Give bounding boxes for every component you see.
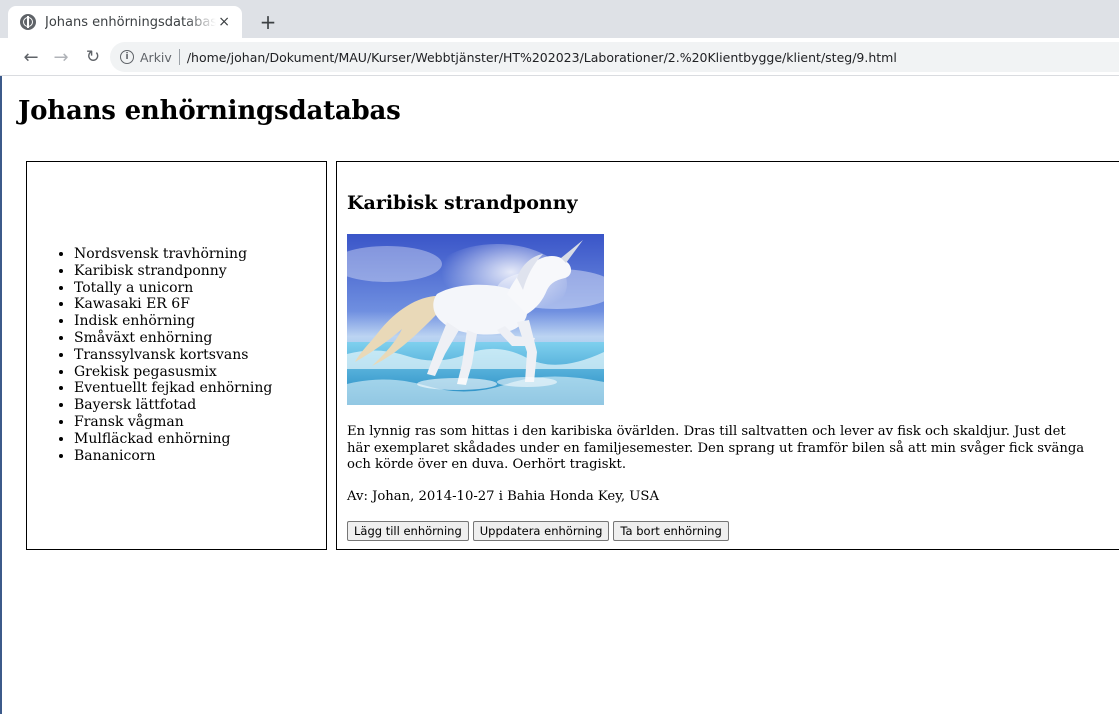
update-unicorn-button[interactable]: Uppdatera enhörning xyxy=(472,521,610,541)
tab-title: Johans enhörningsdatabas xyxy=(45,14,217,30)
address-separator xyxy=(178,49,180,65)
unicorn-list-item[interactable]: Nordsvensk travhörning xyxy=(74,246,272,263)
unicorn-author-line: Av: Johan, 2014-10-27 i Bahia Honda Key,… xyxy=(347,489,659,504)
unicorn-name: Karibisk strandponny xyxy=(347,192,578,214)
unicorn-list-item[interactable]: Indisk enhörning xyxy=(74,313,272,330)
new-tab-button[interactable]: + xyxy=(254,8,282,36)
globe-icon xyxy=(20,14,36,30)
forward-arrow-icon[interactable]: → xyxy=(48,44,74,70)
delete-unicorn-button[interactable]: Ta bort enhörning xyxy=(613,521,729,541)
unicorn-list-item[interactable]: Totally a unicorn xyxy=(74,280,272,297)
unicorn-list-item[interactable]: Mulfläckad enhörning xyxy=(74,431,272,448)
info-icon[interactable]: i xyxy=(120,50,134,64)
url-text[interactable]: /home/johan/Dokument/MAU/Kurser/Webbtjän… xyxy=(187,50,897,65)
window-left-edge xyxy=(0,0,2,714)
unicorn-list-item[interactable]: Karibisk strandponny xyxy=(74,263,272,280)
unicorn-list-item[interactable]: Grekisk pegasusmix xyxy=(74,364,272,381)
unicorn-list: Nordsvensk travhörningKaribisk strandpon… xyxy=(27,246,272,464)
page-title: Johans enhörningsdatabas xyxy=(18,96,401,126)
back-arrow-icon[interactable]: ← xyxy=(18,44,44,70)
browser-toolbar: ← → ↻ i Arkiv /home/johan/Dokument/MAU/K… xyxy=(0,38,1119,76)
browser-tab[interactable]: Johans enhörningsdatabas × xyxy=(8,6,242,38)
scheme-label: Arkiv xyxy=(140,49,172,65)
unicorn-detail-panel: Karibisk strandponny En lynnig ras som h… xyxy=(336,161,1119,550)
unicorn-list-item[interactable]: Bananicorn xyxy=(74,448,272,465)
unicorn-description: En lynnig ras som hittas i den karibiska… xyxy=(347,424,1085,472)
unicorn-list-panel: Nordsvensk travhörningKaribisk strandpon… xyxy=(26,161,327,550)
address-bar[interactable]: i Arkiv /home/johan/Dokument/MAU/Kurser/… xyxy=(110,42,1119,72)
unicorn-list-item[interactable]: Transsylvansk kortsvans xyxy=(74,347,272,364)
unicorn-list-item[interactable]: Kawasaki ER 6F xyxy=(74,296,272,313)
action-buttons: Lägg till enhörning Uppdatera enhörning … xyxy=(347,521,729,541)
unicorn-list-item[interactable]: Bayersk lättfotad xyxy=(74,397,272,414)
unicorn-image xyxy=(347,234,604,405)
browser-tabstrip: Johans enhörningsdatabas × + xyxy=(0,0,1119,38)
unicorn-list-item[interactable]: Eventuellt fejkad enhörning xyxy=(74,380,272,397)
add-unicorn-button[interactable]: Lägg till enhörning xyxy=(347,521,469,541)
unicorn-list-item[interactable]: Småväxt enhörning xyxy=(74,330,272,347)
unicorn-list-item[interactable]: Fransk vågman xyxy=(74,414,272,431)
reload-icon[interactable]: ↻ xyxy=(80,44,106,70)
close-icon[interactable]: × xyxy=(216,14,232,30)
